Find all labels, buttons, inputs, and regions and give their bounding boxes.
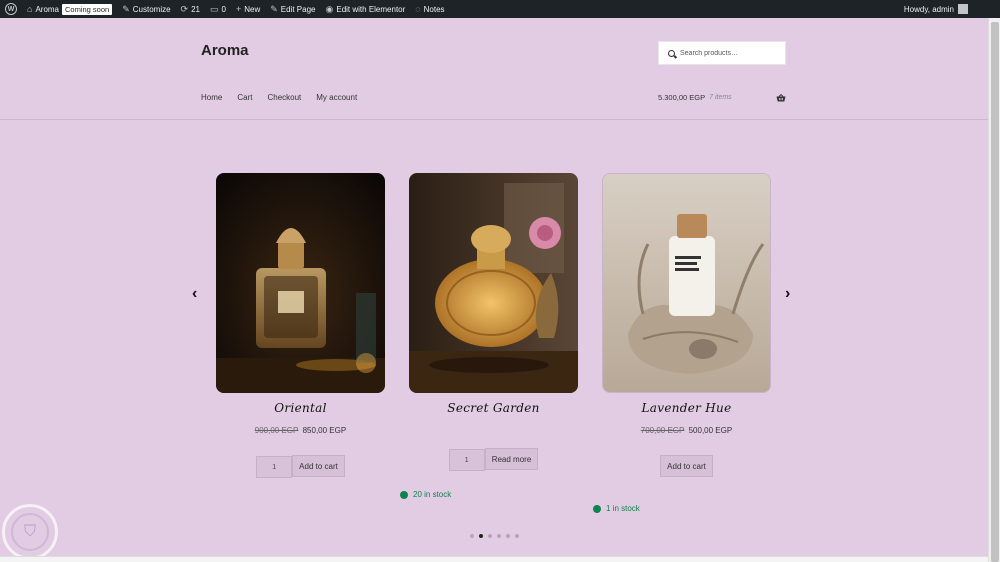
customize-link[interactable]: ✎ Customize	[117, 0, 175, 18]
comment-icon: ▭	[210, 3, 219, 14]
add-to-cart-form: 1 Add to cart	[216, 455, 385, 478]
product-old-price: 700,00 EGP	[640, 426, 685, 435]
carousel-dot[interactable]	[488, 534, 492, 538]
coming-soon-badge: Coming soon	[62, 3, 113, 15]
new-content-menu[interactable]: + New	[231, 0, 265, 18]
carousel-dot[interactable]	[497, 534, 501, 538]
howdy-label: Howdy, admin	[903, 4, 954, 14]
admin-bar: W ⌂ Aroma Coming soon ✎ Customize ⟳ 21 ▭…	[0, 0, 1000, 18]
watermark-logo: ⛉	[2, 504, 58, 560]
refresh-icon: ⟳	[180, 3, 189, 14]
product-sale-price: 500,00 EGP	[688, 426, 733, 435]
elementor-icon: ◉	[325, 3, 334, 14]
search-icon	[668, 49, 675, 57]
notes-link[interactable]: ◌ Notes	[410, 0, 449, 18]
cart-total-amount: 5.300,00 EGP	[658, 93, 706, 102]
check-circle-icon	[593, 504, 601, 513]
quantity-input[interactable]: 1	[256, 456, 293, 478]
header-cart-link[interactable]: 5.300,00 EGP 7 items	[658, 93, 732, 102]
product-title[interactable]: Oriental	[216, 401, 385, 415]
product-search[interactable]	[658, 41, 786, 65]
avatar	[958, 4, 968, 14]
edit-page-label: Edit Page	[280, 4, 316, 14]
wordpress-logo-icon: W	[5, 3, 17, 15]
site-name-label: Aroma	[35, 4, 59, 14]
stock-label: 20 in stock	[413, 490, 452, 499]
product-card: Oriental 900,00 EGP 850,00 EGP 1 Add to c…	[216, 173, 385, 478]
nav-cart[interactable]: Cart	[237, 93, 252, 102]
chevron-right-icon: ›	[785, 285, 791, 302]
carousel-next-button[interactable]: ›	[785, 286, 790, 302]
read-more-button[interactable]: Read more	[484, 448, 539, 470]
carousel-pagination	[470, 534, 519, 538]
nav-home[interactable]: Home	[201, 93, 222, 102]
updates-count: 21	[191, 4, 200, 14]
cart-item-count: 7 items	[709, 94, 732, 101]
vertical-scrollbar[interactable]	[988, 18, 1000, 562]
notes-icon: ◌	[415, 3, 421, 14]
comments-count: 0	[221, 4, 226, 14]
search-input[interactable]	[680, 49, 780, 57]
product-price: 900,00 EGP 850,00 EGP	[216, 426, 385, 435]
home-icon: ⌂	[27, 3, 33, 14]
product-image[interactable]	[216, 173, 385, 393]
carousel-dot[interactable]	[479, 534, 483, 538]
account-menu[interactable]: Howdy, admin	[904, 4, 1000, 14]
primary-navigation: Home Cart Checkout My account	[201, 93, 372, 102]
nav-checkout[interactable]: Checkout	[267, 93, 301, 102]
pencil-icon: ✎	[270, 3, 278, 14]
edit-elementor-label: Edit with Elementor	[336, 4, 406, 14]
product-card: Lavender Hue 700,00 EGP 500,00 EGP Add t…	[602, 173, 771, 477]
header-divider	[0, 119, 988, 120]
shield-icon: ⛉	[11, 513, 49, 551]
nav-my-account[interactable]: My account	[316, 93, 357, 102]
product-old-price: 900,00 EGP	[254, 426, 299, 435]
add-to-cart-button[interactable]: Add to cart	[292, 455, 345, 477]
plus-icon: +	[235, 3, 242, 14]
product-title[interactable]: Lavender Hue	[602, 401, 771, 415]
updates-link[interactable]: ⟳ 21	[176, 0, 205, 18]
product-title[interactable]: Secret Garden	[409, 401, 578, 415]
add-to-cart-form: Add to cart	[602, 455, 771, 477]
carousel-dot[interactable]	[515, 534, 519, 538]
read-more-form: 1 Read more	[409, 448, 578, 471]
basket-icon[interactable]	[776, 94, 786, 102]
site-title[interactable]: Aroma	[201, 42, 249, 59]
add-to-cart-button[interactable]: Add to cart	[660, 455, 713, 477]
carousel-prev-button[interactable]: ‹	[192, 286, 197, 302]
brush-icon: ✎	[122, 3, 130, 14]
customize-label: Customize	[132, 4, 171, 14]
product-image[interactable]	[602, 173, 771, 393]
quantity-input[interactable]: 1	[448, 449, 485, 471]
product-image[interactable]	[409, 173, 578, 393]
wordpress-menu[interactable]: W	[0, 0, 22, 18]
stock-status: 1 in stock	[593, 504, 640, 513]
new-label: New	[244, 4, 261, 14]
check-circle-icon	[400, 490, 408, 499]
edit-page-link[interactable]: ✎ Edit Page	[265, 0, 320, 18]
product-sale-price: 850,00 EGP	[302, 426, 347, 435]
carousel-dot[interactable]	[506, 534, 510, 538]
stock-label: 1 in stock	[606, 504, 640, 513]
site-name-menu[interactable]: ⌂ Aroma Coming soon	[22, 0, 117, 18]
stock-status: 20 in stock	[400, 490, 451, 499]
carousel-dot[interactable]	[470, 534, 474, 538]
horizontal-scrollbar	[0, 556, 988, 562]
product-card: Secret Garden 1 Read more	[409, 173, 578, 471]
comments-link[interactable]: ▭ 0	[205, 0, 231, 18]
edit-elementor-link[interactable]: ◉ Edit with Elementor	[321, 0, 411, 18]
scrollbar-thumb[interactable]	[991, 22, 999, 562]
product-price: 700,00 EGP 500,00 EGP	[602, 426, 771, 435]
notes-label: Notes	[423, 4, 445, 14]
chevron-left-icon: ‹	[192, 285, 198, 302]
